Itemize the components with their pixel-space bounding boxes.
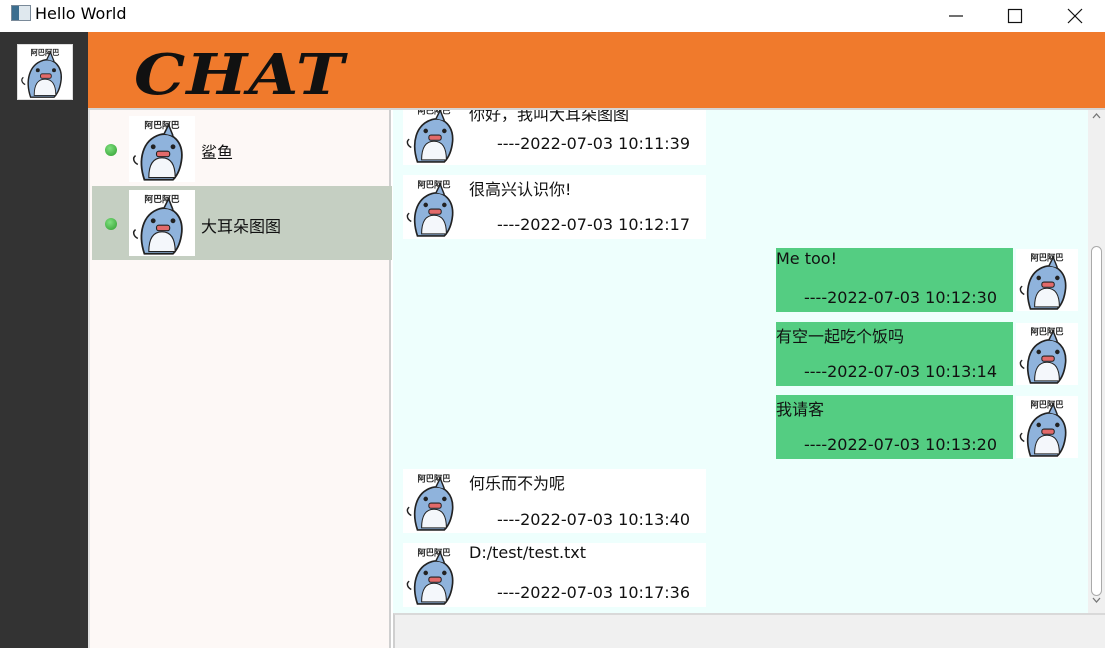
window-title: Hello World	[35, 4, 127, 23]
left-nav-bar	[0, 32, 88, 648]
message-outgoing: 我请客 ----2022-07-03 10:13:20	[776, 395, 1013, 459]
self-message-avatar	[1016, 396, 1078, 458]
scroll-up-icon[interactable]	[1092, 112, 1101, 119]
chat-scrollbar[interactable]	[1088, 110, 1105, 613]
maximize-icon	[1007, 8, 1023, 24]
self-message-avatar	[1016, 249, 1078, 311]
message-incoming: 何乐而不为呢 ----2022-07-03 10:13:40	[403, 469, 706, 533]
message-input-area[interactable]	[393, 613, 1105, 648]
message-timestamp: ----2022-07-03 10:11:39	[497, 134, 691, 153]
message-timestamp: ----2022-07-03 10:12:17	[497, 215, 691, 234]
chat-message-area[interactable]: 你好，我叫大耳朵图图 ----2022-07-03 10:11:39 很高兴认识…	[393, 110, 1088, 613]
message-outgoing: Me too! ----2022-07-03 10:12:30	[776, 248, 1013, 312]
shark-sticker-icon	[403, 470, 465, 532]
contact-avatar	[129, 116, 195, 182]
message-text: 很高兴认识你!	[469, 180, 572, 199]
chat-logo: CHAT	[134, 42, 346, 108]
message-incoming: D:/test/test.txt ----2022-07-03 10:17:36	[403, 543, 706, 607]
shark-sticker-icon	[1016, 396, 1078, 458]
message-text: D:/test/test.txt	[469, 543, 587, 562]
shark-sticker-icon	[403, 544, 465, 606]
chat-header: CHAT	[88, 32, 1105, 110]
message-text: Me too!	[776, 249, 837, 268]
message-incoming: 你好，我叫大耳朵图图 ----2022-07-03 10:11:39	[403, 110, 706, 165]
maximize-button[interactable]	[986, 0, 1044, 32]
title-bar: Hello World	[0, 0, 1105, 32]
message-timestamp: ----2022-07-03 10:12:30	[804, 288, 998, 307]
contact-name: 大耳朵图图	[201, 217, 282, 236]
message-text: 我请客	[776, 400, 825, 419]
sender-avatar	[403, 176, 465, 238]
shark-sticker-icon	[129, 190, 195, 256]
shark-sticker-icon	[403, 176, 465, 238]
message-timestamp: ----2022-07-03 10:13:14	[804, 362, 998, 381]
shark-sticker-icon	[403, 110, 465, 164]
close-icon	[1067, 8, 1083, 24]
contact-name: 鲨鱼	[201, 143, 234, 162]
shark-sticker-icon	[1016, 323, 1078, 385]
message-incoming: 很高兴认识你! ----2022-07-03 10:12:17	[403, 175, 706, 239]
online-status-icon	[105, 144, 117, 156]
close-button[interactable]	[1046, 0, 1104, 32]
message-outgoing: 有空一起吃个饭吗 ----2022-07-03 10:13:14	[776, 322, 1013, 386]
self-avatar[interactable]	[17, 44, 73, 100]
shark-sticker-icon	[18, 45, 72, 99]
message-text: 你好，我叫大耳朵图图	[469, 110, 630, 124]
contact-item-shark[interactable]: 鲨鱼	[92, 112, 392, 186]
message-text: 有空一起吃个饭吗	[776, 327, 905, 346]
message-timestamp: ----2022-07-03 10:13:20	[804, 435, 998, 454]
contact-avatar	[129, 190, 195, 256]
app-window-icon	[11, 5, 31, 21]
online-status-icon	[105, 218, 117, 230]
sender-avatar	[403, 470, 465, 532]
sender-avatar	[403, 110, 465, 164]
scroll-down-icon[interactable]	[1092, 597, 1101, 604]
shark-sticker-icon	[129, 116, 195, 182]
shark-sticker-icon	[1016, 249, 1078, 311]
scrollbar-thumb[interactable]	[1091, 246, 1102, 596]
self-message-avatar	[1016, 323, 1078, 385]
message-timestamp: ----2022-07-03 10:13:40	[497, 510, 691, 529]
contact-item-tutu[interactable]: 大耳朵图图	[92, 186, 392, 260]
sender-avatar	[403, 544, 465, 606]
message-timestamp: ----2022-07-03 10:17:36	[497, 583, 691, 602]
message-text: 何乐而不为呢	[469, 474, 566, 493]
minimize-button[interactable]	[927, 0, 985, 32]
minimize-icon	[949, 15, 963, 17]
contact-list: 鲨鱼 大耳朵图图	[88, 110, 392, 648]
